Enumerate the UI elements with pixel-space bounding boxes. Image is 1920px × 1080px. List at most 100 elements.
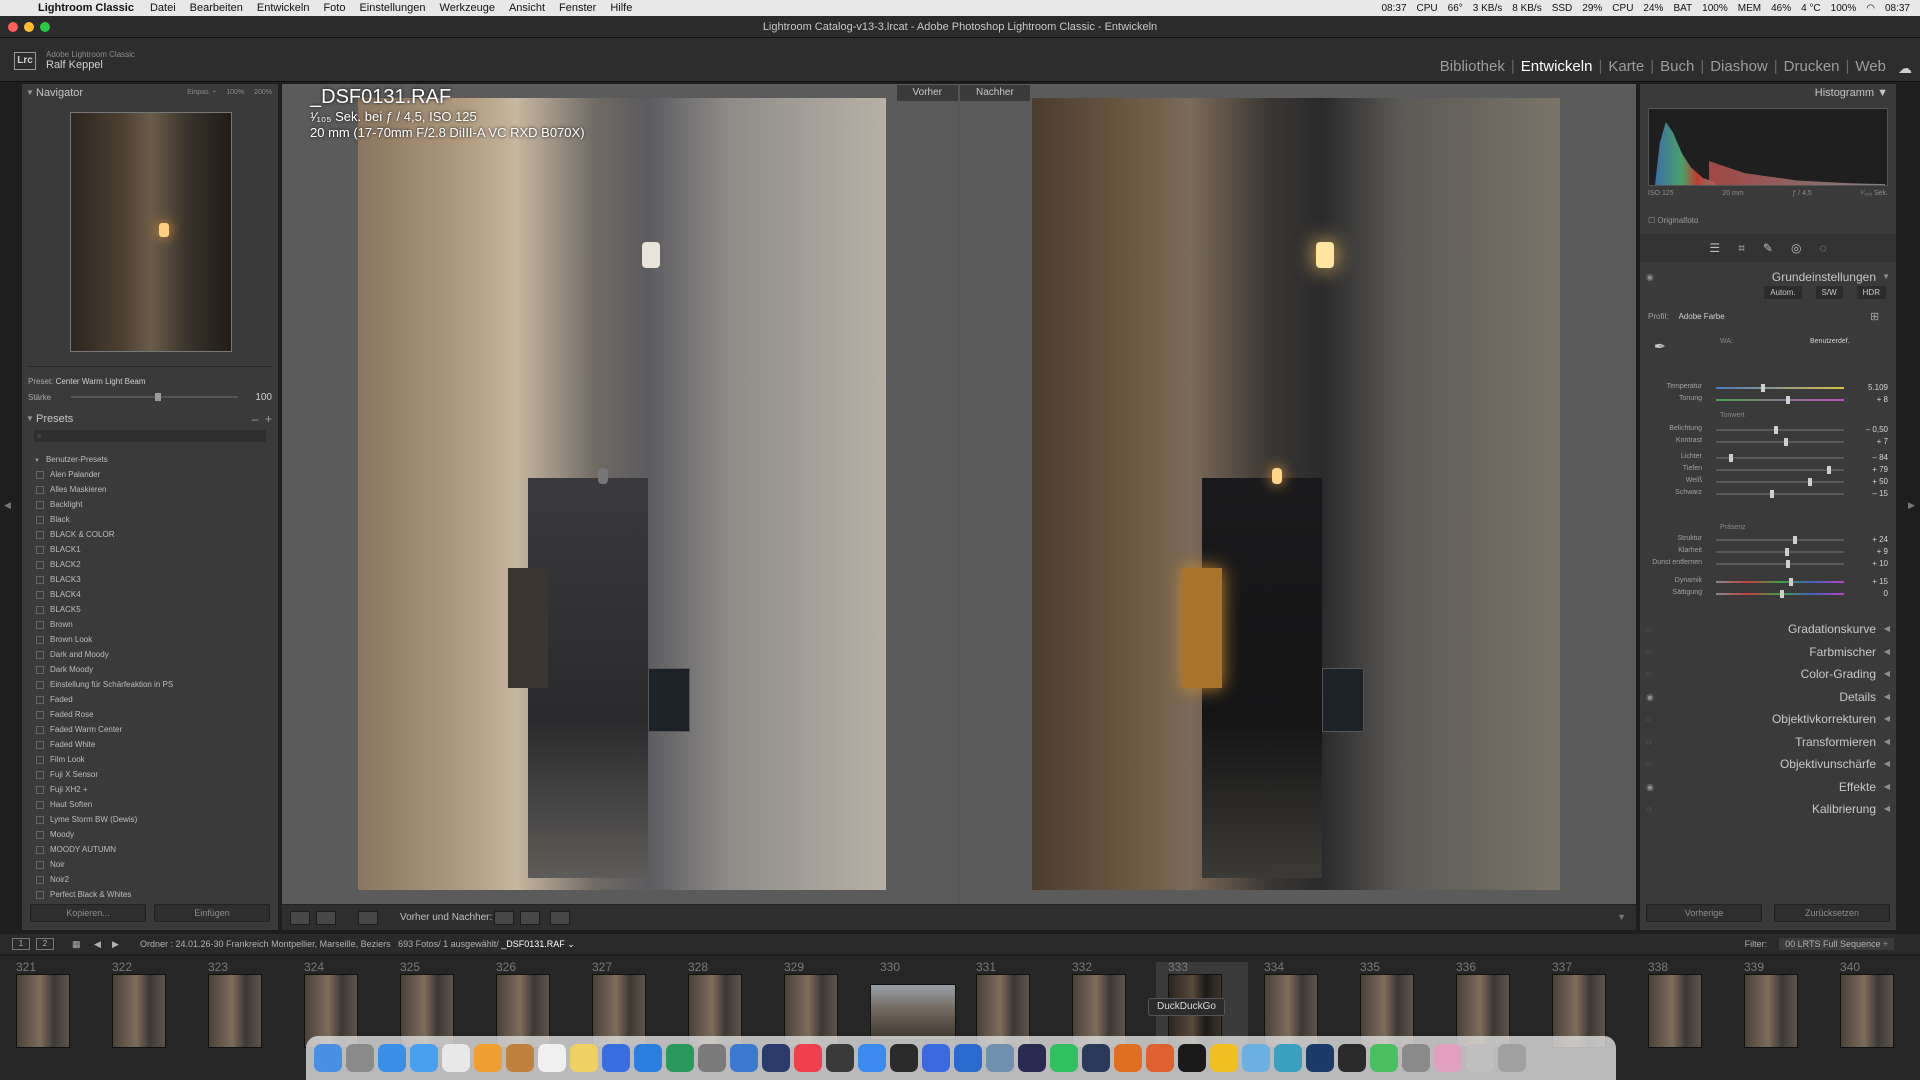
- eye-icon[interactable]: ◉: [1646, 688, 1654, 706]
- menu-datei[interactable]: Datei: [150, 2, 176, 14]
- wb-value[interactable]: Benutzerdef.: [1810, 338, 1850, 345]
- slider-track[interactable]: [1716, 384, 1844, 392]
- add-preset-icon[interactable]: +: [265, 412, 272, 426]
- preset-item[interactable]: BLACK5: [32, 602, 272, 617]
- slider-knob[interactable]: [1783, 438, 1788, 446]
- after-view[interactable]: Nachher: [960, 84, 1636, 904]
- filmstrip-source[interactable]: Ordner : 24.01.26-30 Frankreich Montpell…: [140, 934, 575, 954]
- preset-item[interactable]: Noir: [32, 857, 272, 872]
- slider-knob[interactable]: [1728, 454, 1733, 462]
- menu-foto[interactable]: Foto: [323, 2, 345, 14]
- slider-value[interactable]: – 0,50: [1866, 425, 1888, 434]
- dock-app-icon[interactable]: [794, 1044, 822, 1072]
- eye-icon[interactable]: ◌: [1646, 755, 1651, 773]
- swap-before-after-icon[interactable]: [550, 911, 570, 925]
- dock-app-icon[interactable]: [506, 1044, 534, 1072]
- dock-app-icon[interactable]: [858, 1044, 886, 1072]
- slider-value[interactable]: + 9: [1877, 547, 1888, 556]
- section-header[interactable]: ◌ Gradationskurve ◀: [1640, 620, 1896, 638]
- dock-app-icon[interactable]: [1146, 1044, 1174, 1072]
- auto-button[interactable]: Autom.: [1764, 286, 1802, 299]
- preset-item[interactable]: Noir2: [32, 872, 272, 887]
- before-view[interactable]: Vorher _DSF0131.RAF ¹⁄₁₀₅ Sek. bei ƒ / 4…: [282, 84, 958, 904]
- histogram-header[interactable]: Histogramm ▼: [1640, 84, 1896, 102]
- section-header[interactable]: ◌ Objektivkorrekturen ◀: [1640, 710, 1896, 728]
- slider-track[interactable]: [1716, 396, 1844, 404]
- screen-2-button[interactable]: 2: [36, 938, 54, 950]
- reset-button[interactable]: Zurücksetzen: [1774, 904, 1890, 922]
- slider-track[interactable]: [1716, 560, 1844, 568]
- module-karte[interactable]: Karte: [1602, 58, 1650, 75]
- toolbar-menu-icon[interactable]: ▼: [1617, 912, 1626, 922]
- zoom-200[interactable]: 200%: [254, 89, 272, 96]
- dock-app-icon[interactable]: [826, 1044, 854, 1072]
- module-buch[interactable]: Buch: [1654, 58, 1700, 75]
- preset-item[interactable]: Moody: [32, 827, 272, 842]
- paste-button[interactable]: Einfügen: [154, 904, 270, 922]
- filmstrip-thumbnail[interactable]: [16, 974, 70, 1048]
- preset-item[interactable]: Fuji X Sensor: [32, 767, 272, 782]
- preset-item[interactable]: Einstellung für Schärfeaktion in PS: [32, 677, 272, 692]
- module-drucken[interactable]: Drucken: [1778, 58, 1846, 75]
- dock-app-icon[interactable]: [602, 1044, 630, 1072]
- slider-track[interactable]: [1716, 590, 1844, 598]
- previous-button[interactable]: Vorherige: [1646, 904, 1762, 922]
- preset-item[interactable]: Alles Maskieren: [32, 482, 272, 497]
- slider-track[interactable]: [1716, 466, 1844, 474]
- preset-item[interactable]: Faded: [32, 692, 272, 707]
- dock-app-icon[interactable]: [1338, 1044, 1366, 1072]
- preset-item[interactable]: Faded Warm Center: [32, 722, 272, 737]
- module-bibliothek[interactable]: Bibliothek: [1434, 58, 1511, 75]
- preset-item[interactable]: BLACK4: [32, 587, 272, 602]
- slider-value[interactable]: – 15: [1872, 489, 1888, 498]
- filmstrip-thumbnail[interactable]: [1648, 974, 1702, 1048]
- zoom-fit[interactable]: Einpas. ÷: [187, 89, 216, 96]
- preset-item[interactable]: Faded Rose: [32, 707, 272, 722]
- edit-sliders-icon[interactable]: ☰: [1709, 241, 1720, 255]
- red-eye-icon[interactable]: ◎: [1791, 241, 1801, 255]
- preset-item[interactable]: MOODY AUTUMN: [32, 842, 272, 857]
- dock-app-icon[interactable]: [1178, 1044, 1206, 1072]
- weather-temp[interactable]: 4 °C: [1801, 3, 1821, 14]
- dock-app-icon[interactable]: [1114, 1044, 1142, 1072]
- masking-icon[interactable]: ◌: [1819, 241, 1826, 255]
- section-header[interactable]: ◉ Effekte ◀: [1640, 778, 1896, 796]
- filmstrip-cell[interactable]: 340: [1828, 960, 1920, 1050]
- dock-app-icon[interactable]: [1274, 1044, 1302, 1072]
- menu-hilfe[interactable]: Hilfe: [610, 2, 632, 14]
- preset-item[interactable]: BLACK1: [32, 542, 272, 557]
- copy-before-to-after-icon[interactable]: [494, 911, 514, 925]
- eye-icon[interactable]: ◉: [1646, 268, 1654, 286]
- dock-app-icon[interactable]: [314, 1044, 342, 1072]
- dock-app-icon[interactable]: [474, 1044, 502, 1072]
- remove-preset-icon[interactable]: –: [252, 412, 259, 426]
- slider-track[interactable]: [1716, 536, 1844, 544]
- zoom-100[interactable]: 100%: [226, 89, 244, 96]
- preset-group[interactable]: ▼ Benutzer-Presets: [32, 452, 272, 467]
- preset-item[interactable]: Alen Palander: [32, 467, 272, 482]
- dock-app-icon[interactable]: [1498, 1044, 1526, 1072]
- profile-row[interactable]: Profil: Adobe Farbe ⊞: [1648, 311, 1879, 323]
- slider-value[interactable]: + 50: [1872, 477, 1888, 486]
- slider-knob[interactable]: [1786, 396, 1791, 404]
- slider-value[interactable]: + 10: [1872, 559, 1888, 568]
- slider-knob[interactable]: [1769, 490, 1774, 498]
- menu-einstellungen[interactable]: Einstellungen: [359, 2, 425, 14]
- dock-app-icon[interactable]: [442, 1044, 470, 1072]
- section-header[interactable]: ◌ Kalibrierung ◀: [1640, 800, 1896, 818]
- slider-track[interactable]: [1716, 454, 1844, 462]
- slider-value[interactable]: – 84: [1872, 453, 1888, 462]
- slider-value[interactable]: 0: [1884, 589, 1888, 598]
- dock-app-icon[interactable]: [730, 1044, 758, 1072]
- right-panel-toggle-icon[interactable]: ▶: [1908, 500, 1915, 511]
- module-web[interactable]: Web: [1849, 58, 1892, 75]
- clock-right[interactable]: 08:37: [1885, 3, 1910, 14]
- basic-header[interactable]: ◉ Grundeinstellungen ▼: [1640, 268, 1896, 286]
- eye-icon[interactable]: ◌: [1646, 710, 1651, 728]
- dock-app-icon[interactable]: [1050, 1044, 1078, 1072]
- wifi-icon[interactable]: ◠: [1866, 3, 1875, 14]
- dock-app-icon[interactable]: [346, 1044, 374, 1072]
- section-header[interactable]: ◌ Farbmischer ◀: [1640, 643, 1896, 661]
- dock-app-icon[interactable]: [1242, 1044, 1270, 1072]
- copy-button[interactable]: Kopieren...: [30, 904, 146, 922]
